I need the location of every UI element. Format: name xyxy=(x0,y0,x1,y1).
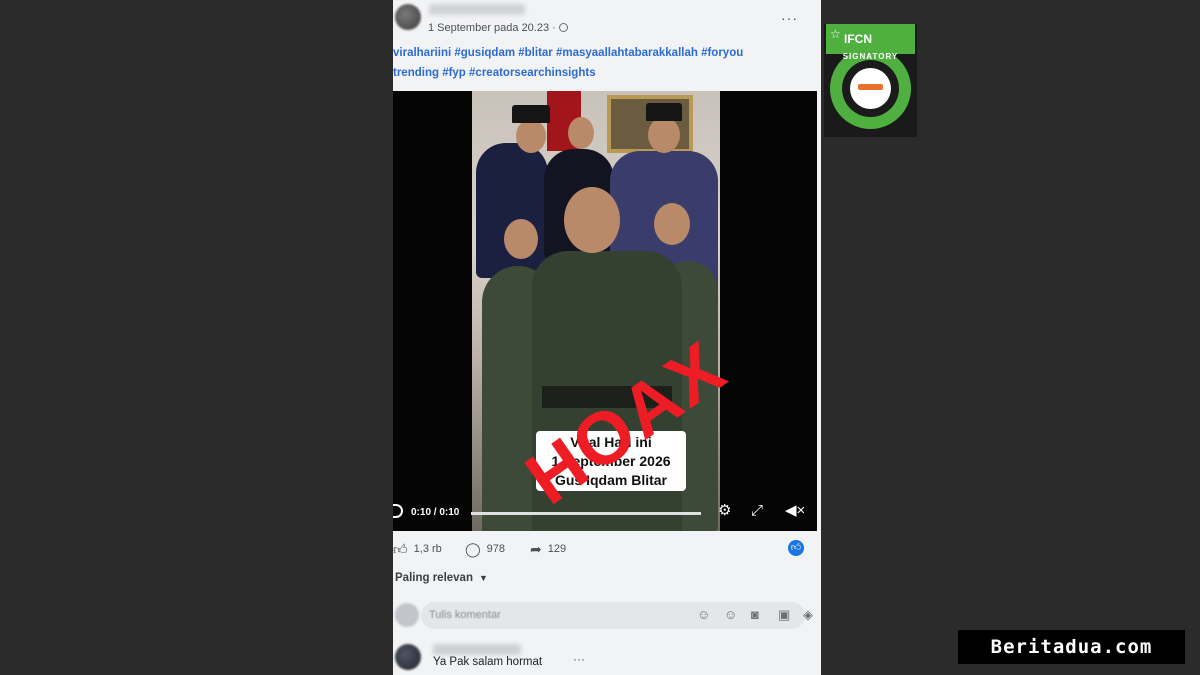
settings-gear-icon[interactable]: ⚙ xyxy=(718,503,731,519)
ifcn-logo: IFCN xyxy=(844,32,872,46)
avatar-sticker-icon[interactable]: ☺ xyxy=(697,607,710,622)
share-count: 129 xyxy=(547,543,567,555)
commenter-avatar[interactable] xyxy=(395,644,421,670)
head xyxy=(516,119,546,153)
man-in-suit-left xyxy=(476,143,548,278)
comment-sort-dropdown[interactable]: Paling relevan ▼ xyxy=(395,572,488,584)
share-stat[interactable]: ➦ 129 xyxy=(530,541,566,558)
emoji-icon[interactable]: ☺ xyxy=(724,607,737,622)
video-time: 0:10 / 0:10 xyxy=(411,507,460,518)
fullscreen-icon[interactable]: ⤢ xyxy=(751,503,763,519)
head xyxy=(504,219,538,259)
comment-more-icon[interactable]: ··· xyxy=(573,652,585,666)
comment-input[interactable]: Tulis komentar ☺ ☺ ◙ ▣ ◈ xyxy=(421,602,813,629)
caret-down-icon: ▼ xyxy=(478,573,488,583)
head xyxy=(648,117,680,153)
member-org-logo xyxy=(858,84,883,90)
peci-cap xyxy=(646,103,682,121)
ifcn-signatory-badge: ☆ IFCN SIGNATORY xyxy=(824,24,917,137)
head xyxy=(564,187,620,253)
post-hashtags: viralhariini #gusiqdam #blitar #masyaall… xyxy=(393,43,821,83)
globe-icon xyxy=(558,23,568,32)
head xyxy=(654,203,690,245)
head xyxy=(568,117,594,149)
comment-count: 978 xyxy=(486,543,506,555)
video-player[interactable]: Viral Hari ini 1 September 2026 Gus Iqda… xyxy=(393,91,817,531)
post-header: 1 September pada 20.23 · ··· xyxy=(393,0,821,40)
like-stat[interactable]: 👍︎ 1,3 rb xyxy=(393,541,442,558)
facebook-post: 1 September pada 20.23 · ··· viralhariin… xyxy=(393,0,821,675)
share-icon: ➦ xyxy=(530,541,542,557)
replay-icon[interactable] xyxy=(393,504,403,518)
comment-icon: ◯ xyxy=(465,541,481,557)
video-progress-fill xyxy=(471,512,701,515)
comment-placeholder: Tulis komentar xyxy=(429,609,501,621)
comment-text: Ya Pak salam hormat xyxy=(433,656,543,668)
mute-icon[interactable]: ◀× xyxy=(785,503,805,519)
hashtag-line-2[interactable]: trending #fyp #creatorsearchinsights xyxy=(393,63,821,83)
post-timestamp[interactable]: 1 September pada 20.23 · xyxy=(428,22,568,34)
like-icon: 👍︎ xyxy=(393,541,408,557)
viewer-avatar xyxy=(395,603,419,627)
post-stats: 👍︎ 1,3 rb ◯ 978 ➦ 129 👍︎ xyxy=(393,538,821,558)
author-name-blurred[interactable] xyxy=(429,4,525,15)
seal-center xyxy=(850,68,891,109)
ifcn-seal: SIGNATORY xyxy=(830,48,911,129)
video-controls: 0:10 / 0:10 ⚙ ⤢ ◀× xyxy=(393,501,817,531)
like-reaction-icon[interactable]: 👍︎ xyxy=(788,540,804,556)
post-timestamp-text: 1 September pada 20.23 · xyxy=(428,22,556,34)
sort-label: Paling relevan xyxy=(395,572,473,584)
sticker-icon[interactable]: ◈ xyxy=(803,607,813,623)
camera-icon[interactable]: ◙ xyxy=(751,607,759,622)
commenter-name-blurred[interactable] xyxy=(433,644,521,655)
more-options-icon[interactable]: ··· xyxy=(781,10,798,26)
star-icon: ☆ xyxy=(830,27,841,41)
seal-ring xyxy=(842,60,899,117)
like-count: 1,3 rb xyxy=(413,543,442,555)
peci-cap xyxy=(512,105,550,123)
hashtag-line-1[interactable]: viralhariini #gusiqdam #blitar #masyaall… xyxy=(393,43,821,63)
video-progress-bar[interactable] xyxy=(471,512,701,515)
comment-stat[interactable]: ◯ 978 xyxy=(465,541,505,558)
gif-icon[interactable]: ▣ xyxy=(778,607,790,623)
site-watermark: Beritadua.com xyxy=(958,630,1185,664)
author-avatar[interactable] xyxy=(395,4,421,30)
